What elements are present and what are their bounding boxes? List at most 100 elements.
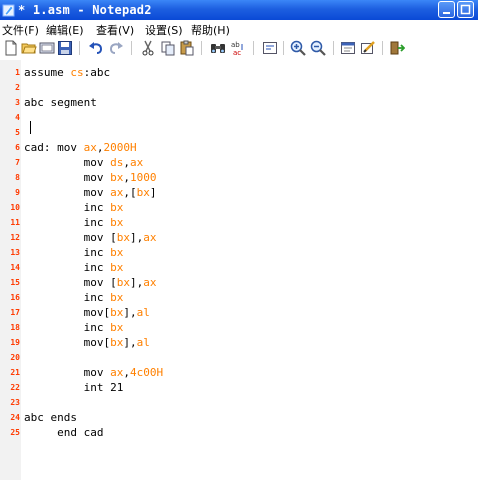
code-token: mov [ <box>24 276 117 289</box>
line-number: 17 <box>10 308 20 317</box>
code-line[interactable]: mov[bx],al <box>24 336 150 349</box>
code-line[interactable]: mov[bx],al <box>24 306 150 319</box>
open-icon[interactable] <box>21 40 37 56</box>
code-line[interactable]: int 21 <box>24 381 124 394</box>
find-icon[interactable] <box>210 40 226 56</box>
browse-icon[interactable] <box>39 40 55 56</box>
register-token: ax <box>83 141 97 154</box>
code-token: end cad <box>24 426 104 439</box>
undo-icon[interactable] <box>88 40 104 56</box>
code-line[interactable]: inc bx <box>24 261 124 274</box>
register-token: bx <box>110 201 124 214</box>
register-token: al <box>136 336 150 349</box>
code-token: cad: mov <box>24 141 84 154</box>
code-line[interactable]: mov ax,[bx] <box>24 186 157 199</box>
code-line[interactable]: inc bx <box>24 216 124 229</box>
maximize-icon <box>460 4 471 15</box>
line-number: 10 <box>10 203 20 212</box>
code-line[interactable]: cad: mov ax,2000H <box>24 141 137 154</box>
title-bar[interactable]: * 1.asm - Notepad2 <box>0 0 478 20</box>
register-token: bx <box>116 231 130 244</box>
menu-help[interactable]: 帮助(H) <box>191 22 230 38</box>
register-token: al <box>136 306 150 319</box>
line-number: 16 <box>10 293 20 302</box>
minimize-button[interactable] <box>438 1 455 18</box>
line-number: 18 <box>10 323 20 332</box>
customize-icon[interactable] <box>360 40 376 56</box>
register-token: cs <box>70 66 84 79</box>
code-line[interactable]: mov ax,4c00H <box>24 366 164 379</box>
code-line[interactable]: abc ends <box>24 411 77 424</box>
line-number: 20 <box>10 353 20 362</box>
maximize-button[interactable] <box>457 1 474 18</box>
toolbar-separator <box>253 41 254 55</box>
zoom-in-icon[interactable] <box>290 40 306 56</box>
code-line[interactable]: mov [bx],ax <box>24 231 157 244</box>
word-wrap-icon[interactable] <box>262 40 278 56</box>
line-number: 21 <box>10 368 20 377</box>
code-token: mov <box>24 366 111 379</box>
notepad2-app-icon[interactable] <box>2 3 16 17</box>
line-number: 19 <box>10 338 20 347</box>
code-line[interactable]: inc bx <box>24 201 124 214</box>
code-line[interactable]: inc bx <box>24 321 124 334</box>
code-line[interactable]: mov ds,ax <box>24 156 144 169</box>
register-token: ax <box>110 366 124 379</box>
line-number: 15 <box>10 278 20 287</box>
code-line[interactable]: inc bx <box>24 246 124 259</box>
register-token: ax <box>129 156 144 169</box>
code-token: , <box>123 156 130 169</box>
select-scheme-icon[interactable] <box>340 40 356 56</box>
code-token: assume <box>24 66 71 79</box>
line-number: 22 <box>10 383 20 392</box>
code-token: inc <box>24 291 111 304</box>
new-icon[interactable] <box>3 40 19 56</box>
exit-icon[interactable] <box>389 40 405 56</box>
code-line[interactable]: mov [bx],ax <box>24 276 157 289</box>
code-token: abc ends <box>24 411 77 424</box>
line-number: 5 <box>15 128 20 137</box>
toolbar-separator <box>131 41 132 55</box>
copy-icon[interactable] <box>160 40 176 56</box>
zoom-out-icon[interactable] <box>310 40 326 56</box>
paste-icon[interactable] <box>179 40 195 56</box>
register-token: bx <box>110 171 124 184</box>
editor[interactable]: 1 assume cs:abc 2 3 abc segment 4 5 6 cad: mov a… <box>0 60 478 480</box>
menu-edit[interactable]: 编辑(E) <box>46 22 84 38</box>
code-line[interactable]: assume cs:abc <box>24 66 110 79</box>
line-number: 1 <box>15 68 20 77</box>
code-line[interactable]: mov bx,1000 <box>24 171 157 184</box>
code-token: ,[ <box>123 186 137 199</box>
code-token: ], <box>129 231 144 244</box>
window-title: * 1.asm - Notepad2 <box>18 3 152 17</box>
code-token: ], <box>129 276 144 289</box>
save-icon[interactable] <box>57 40 73 56</box>
svg-text:ab: ab <box>231 41 240 49</box>
menu-file[interactable]: 文件(F) <box>2 22 39 38</box>
code-token: ], <box>123 336 137 349</box>
code-line[interactable]: abc segment <box>24 96 97 109</box>
line-number: 11 <box>10 218 20 227</box>
cut-icon[interactable] <box>140 40 156 56</box>
number-token: 2000H <box>103 141 137 154</box>
line-number: 25 <box>10 428 20 437</box>
line-number: 2 <box>15 83 20 92</box>
code-token: inc <box>24 261 111 274</box>
code-token: inc <box>24 246 111 259</box>
menu-view[interactable]: 查看(V) <box>96 22 134 38</box>
replace-icon[interactable]: abac <box>230 40 246 56</box>
code-token: mov <box>24 171 111 184</box>
toolbar-separator <box>79 41 80 55</box>
line-number: 9 <box>15 188 20 197</box>
register-token: bx <box>110 306 124 319</box>
code-token: mov <box>24 186 111 199</box>
register-token: ax <box>110 186 124 199</box>
code-line[interactable]: end cad <box>24 426 103 439</box>
register-token: ax <box>143 231 157 244</box>
code-line[interactable]: inc bx <box>24 291 124 304</box>
menu-settings[interactable]: 设置(S) <box>145 22 183 38</box>
code-token: ] <box>149 186 157 199</box>
code-token: inc <box>24 216 111 229</box>
register-token: bx <box>110 261 124 274</box>
redo-icon[interactable] <box>108 40 124 56</box>
